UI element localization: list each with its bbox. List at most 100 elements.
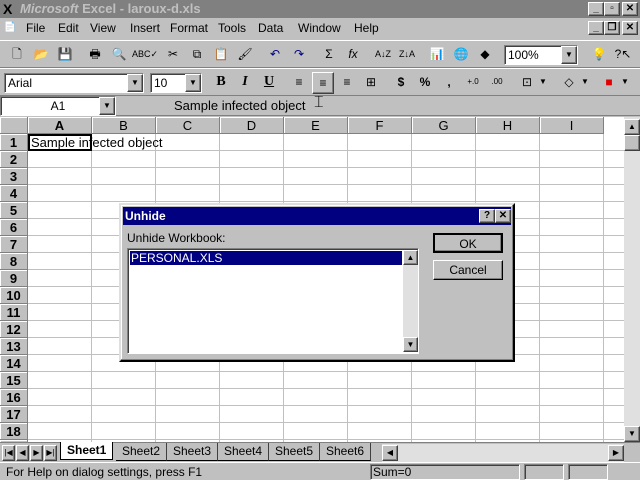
chevron-down-icon[interactable]: ▼ xyxy=(561,46,577,64)
increase-decimal-button[interactable]: +.0 xyxy=(462,72,484,94)
row-header-10[interactable]: 10 xyxy=(0,287,28,304)
align-center-icon[interactable]: ≡ xyxy=(312,72,334,94)
zoom-select[interactable]: 100% ▼ xyxy=(504,45,578,65)
horizontal-scrollbar[interactable]: ◀ ▶ xyxy=(382,444,624,462)
autosum-icon[interactable]: Σ xyxy=(318,44,340,66)
last-sheet-icon[interactable]: ▶| xyxy=(44,445,57,461)
scroll-left-button[interactable]: ◀ xyxy=(382,445,398,461)
dialog-close-button[interactable]: ✕ xyxy=(495,209,511,223)
doc-restore-button[interactable]: ❐ xyxy=(604,21,620,35)
column-header-c[interactable]: C xyxy=(156,117,220,134)
decrease-decimal-button[interactable]: .00 xyxy=(486,72,508,94)
chevron-down-icon[interactable]: ▼ xyxy=(538,72,548,94)
comma-button[interactable]: , xyxy=(438,72,460,94)
italic-button[interactable]: I xyxy=(234,72,256,94)
list-scrollbar[interactable]: ▲ ▼ xyxy=(403,250,418,352)
prev-sheet-icon[interactable]: ◀ xyxy=(16,445,29,461)
row-header-15[interactable]: 15 xyxy=(0,372,28,389)
sheet-tab-sheet5[interactable]: Sheet5 xyxy=(269,443,321,461)
row-header-16[interactable]: 16 xyxy=(0,389,28,406)
sheet-tab-sheet1[interactable]: Sheet1 xyxy=(60,442,114,460)
font-color-icon[interactable]: ■ xyxy=(598,72,620,94)
select-all-corner[interactable] xyxy=(0,117,28,134)
minimize-button[interactable]: _ xyxy=(588,2,604,16)
column-header-g[interactable]: G xyxy=(412,117,476,134)
menu-tools[interactable]: Tools xyxy=(218,18,246,38)
menu-format[interactable]: Format xyxy=(170,18,208,38)
menu-window[interactable]: Window xyxy=(298,18,341,38)
row-header-1[interactable]: 1 xyxy=(0,134,28,151)
underline-button[interactable]: U xyxy=(258,72,280,94)
row-header-17[interactable]: 17 xyxy=(0,406,28,423)
copy-icon[interactable]: ⧉ xyxy=(186,44,208,66)
menu-edit[interactable]: Edit xyxy=(58,18,79,38)
row-header-6[interactable]: 6 xyxy=(0,219,28,236)
row-header-5[interactable]: 5 xyxy=(0,202,28,219)
column-header-a[interactable]: A xyxy=(28,117,92,134)
doc-close-button[interactable]: ✕ xyxy=(622,21,638,35)
row-header-2[interactable]: 2 xyxy=(0,151,28,168)
spelling-icon[interactable]: ABC✓ xyxy=(132,44,158,66)
undo-icon[interactable]: ↶ xyxy=(264,44,286,66)
chevron-down-icon[interactable]: ▼ xyxy=(185,74,201,92)
sort-ascending-icon[interactable]: A↓Z xyxy=(372,44,394,66)
merge-center-icon[interactable]: ⊞ xyxy=(360,72,382,94)
ok-button[interactable]: OK xyxy=(433,233,503,253)
scroll-down-button[interactable]: ▼ xyxy=(624,426,640,442)
row-header-8[interactable]: 8 xyxy=(0,253,28,270)
redo-icon[interactable]: ↷ xyxy=(288,44,310,66)
new-icon[interactable]: 🗋 xyxy=(6,44,28,66)
row-header-13[interactable]: 13 xyxy=(0,338,28,355)
close-button[interactable]: ✕ xyxy=(622,2,638,16)
sheet-tab-sheet4[interactable]: Sheet4 xyxy=(218,443,270,461)
row-header-3[interactable]: 3 xyxy=(0,168,28,185)
menu-help[interactable]: Help xyxy=(354,18,379,38)
row-header-11[interactable]: 11 xyxy=(0,304,28,321)
drawing-icon[interactable]: ◆ xyxy=(474,44,496,66)
excel-app-icon[interactable]: X xyxy=(3,0,12,18)
function-wizard-icon[interactable]: fx xyxy=(342,44,364,66)
cut-icon[interactable]: ✂ xyxy=(162,44,184,66)
sheet-tab-sheet2[interactable]: Sheet2 xyxy=(116,443,168,461)
percent-button[interactable]: % xyxy=(414,72,436,94)
column-header-d[interactable]: D xyxy=(220,117,284,134)
row-header-18[interactable]: 18 xyxy=(0,423,28,440)
chevron-down-icon[interactable]: ▼ xyxy=(580,72,590,94)
open-icon[interactable]: 📂 xyxy=(30,44,52,66)
menu-file[interactable]: File xyxy=(26,18,45,38)
tipwizard-icon[interactable]: 💡 xyxy=(588,44,610,66)
row-header-9[interactable]: 9 xyxy=(0,270,28,287)
workbook-list-item[interactable]: PERSONAL.XLS xyxy=(129,250,403,266)
row-header-7[interactable]: 7 xyxy=(0,236,28,253)
scroll-up-button[interactable]: ▲ xyxy=(624,119,640,135)
workbook-list[interactable]: PERSONAL.XLS ▲ ▼ xyxy=(127,248,419,354)
vertical-scrollbar[interactable]: ▲ ▼ xyxy=(624,117,640,442)
bold-button[interactable]: B xyxy=(210,72,232,94)
formula-input[interactable]: Sample infected object xyxy=(168,96,640,116)
menu-insert[interactable]: Insert xyxy=(130,18,160,38)
print-icon[interactable]: 🖶 xyxy=(84,44,106,66)
column-header-h[interactable]: H xyxy=(476,117,540,134)
align-left-icon[interactable]: ≡ xyxy=(288,72,310,94)
column-header-i[interactable]: I xyxy=(540,117,604,134)
chevron-down-icon[interactable]: ▼ xyxy=(620,72,630,94)
column-header-e[interactable]: E xyxy=(284,117,348,134)
sheet-tab-sheet6[interactable]: Sheet6 xyxy=(320,443,372,461)
paste-icon[interactable]: 📋 xyxy=(210,44,232,66)
font-select[interactable]: Arial ▼ xyxy=(4,73,144,93)
print-preview-icon[interactable]: 🔍 xyxy=(108,44,130,66)
sort-descending-icon[interactable]: Z↓A xyxy=(396,44,418,66)
scroll-right-button[interactable]: ▶ xyxy=(608,445,624,461)
menu-view[interactable]: View xyxy=(90,18,116,38)
fill-color-icon[interactable]: ◇ xyxy=(558,72,580,94)
row-header-4[interactable]: 4 xyxy=(0,185,28,202)
name-box[interactable]: A1 ▼ xyxy=(0,96,116,116)
workbook-icon[interactable]: 📄 xyxy=(2,20,18,36)
chevron-down-icon[interactable]: ▼ xyxy=(99,97,115,115)
next-sheet-icon[interactable]: ▶ xyxy=(30,445,43,461)
align-right-icon[interactable]: ≡ xyxy=(336,72,358,94)
row-header-14[interactable]: 14 xyxy=(0,355,28,372)
scroll-thumb[interactable] xyxy=(624,135,640,151)
currency-button[interactable]: $ xyxy=(390,72,412,94)
list-scroll-up-button[interactable]: ▲ xyxy=(403,250,418,265)
